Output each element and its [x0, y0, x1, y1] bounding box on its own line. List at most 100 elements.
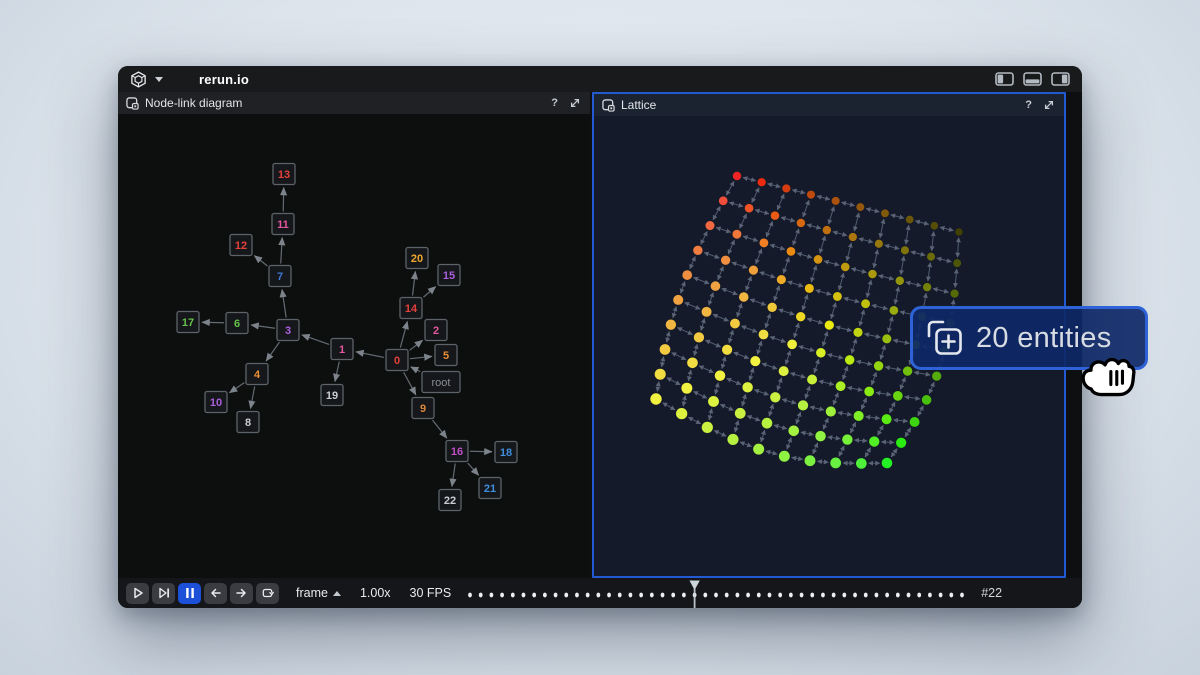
lattice-node[interactable]: [903, 366, 912, 375]
lattice-node[interactable]: [853, 328, 862, 337]
fps-indicator[interactable]: 30 FPS: [410, 586, 452, 600]
lattice-node[interactable]: [874, 361, 883, 370]
lattice-node[interactable]: [882, 458, 893, 469]
lattice-node[interactable]: [749, 265, 758, 274]
graph-node-3[interactable]: 3: [277, 320, 299, 341]
lattice-node[interactable]: [814, 255, 823, 264]
lattice-node[interactable]: [832, 197, 840, 205]
lattice-node[interactable]: [702, 422, 713, 433]
lattice-node[interactable]: [721, 256, 730, 265]
lattice-node[interactable]: [782, 184, 790, 192]
lattice-node[interactable]: [727, 434, 738, 445]
timeline-tick[interactable]: [607, 593, 611, 598]
lattice-node[interactable]: [762, 418, 773, 429]
timeline-tick[interactable]: [907, 593, 911, 598]
loop-button[interactable]: [256, 583, 279, 604]
graph-node-21[interactable]: 21: [479, 478, 501, 499]
caret-down-icon[interactable]: [155, 77, 163, 82]
timeline-tick[interactable]: [950, 593, 954, 598]
lattice-node[interactable]: [650, 393, 661, 404]
graph-node-11[interactable]: 11: [272, 214, 294, 235]
lattice-node[interactable]: [854, 411, 864, 421]
timeline-tick[interactable]: [629, 593, 633, 598]
lattice-node[interactable]: [770, 392, 780, 402]
lattice-node[interactable]: [927, 253, 935, 261]
lattice-node[interactable]: [922, 395, 932, 405]
lattice-node[interactable]: [932, 371, 941, 380]
playback-speed[interactable]: 1.00x: [360, 586, 391, 600]
follow-button[interactable]: [152, 583, 175, 604]
step-back-button[interactable]: [204, 583, 227, 604]
graph-node-root[interactable]: root: [422, 372, 460, 393]
timeline-tick[interactable]: [468, 593, 472, 598]
timeline-tick[interactable]: [960, 593, 964, 598]
lattice-node[interactable]: [660, 344, 671, 355]
timeline-tick[interactable]: [618, 593, 622, 598]
graph-node-14[interactable]: 14: [400, 298, 422, 319]
timeline-tick[interactable]: [586, 593, 590, 598]
lattice-node[interactable]: [719, 196, 728, 205]
timeline-tick[interactable]: [939, 593, 943, 598]
timeline-tick[interactable]: [811, 593, 815, 598]
lattice-node[interactable]: [705, 221, 714, 230]
timeline-tick[interactable]: [511, 593, 515, 598]
toggle-right-panel-icon[interactable]: [1051, 72, 1070, 86]
lattice-node[interactable]: [830, 458, 841, 469]
timeline-tick[interactable]: [725, 593, 729, 598]
lattice-node[interactable]: [732, 230, 741, 239]
graph-node-22[interactable]: 22: [439, 490, 461, 511]
lattice-node[interactable]: [868, 270, 877, 279]
timeline-tick[interactable]: [575, 593, 579, 598]
timeline-selector[interactable]: frame: [296, 586, 341, 600]
lattice-node[interactable]: [805, 284, 814, 293]
lattice-node[interactable]: [861, 299, 870, 308]
lattice-node[interactable]: [673, 295, 683, 305]
lattice-node[interactable]: [896, 438, 906, 448]
timeline-tick[interactable]: [885, 593, 889, 598]
timeline-tick[interactable]: [672, 593, 676, 598]
lattice-node[interactable]: [906, 216, 914, 224]
lattice-node[interactable]: [779, 451, 790, 462]
lattice-node[interactable]: [797, 219, 805, 227]
rerun-logo-icon[interactable]: [130, 71, 147, 88]
toggle-bottom-panel-icon[interactable]: [1023, 72, 1042, 86]
step-forward-button[interactable]: [230, 583, 253, 604]
timeline-tick[interactable]: [479, 593, 483, 598]
timeline-tick[interactable]: [768, 593, 772, 598]
lattice-node[interactable]: [788, 425, 799, 436]
play-button[interactable]: [126, 583, 149, 604]
timeline-tick[interactable]: [543, 593, 547, 598]
lattice-node[interactable]: [681, 383, 692, 394]
timeline-scrubber[interactable]: [465, 578, 967, 608]
lattice-node[interactable]: [676, 408, 687, 419]
help-icon[interactable]: ?: [547, 97, 562, 109]
lattice-node[interactable]: [805, 455, 816, 466]
timeline-tick[interactable]: [597, 593, 601, 598]
lattice-node[interactable]: [950, 289, 958, 297]
timeline-tick[interactable]: [853, 593, 857, 598]
lattice-node[interactable]: [702, 307, 712, 317]
lattice-node[interactable]: [708, 396, 719, 407]
lattice-node[interactable]: [823, 226, 831, 234]
graph-node-10[interactable]: 10: [205, 392, 227, 413]
timeline-tick[interactable]: [779, 593, 783, 598]
graph-node-6[interactable]: 6: [226, 313, 248, 334]
graph-node-17[interactable]: 17: [177, 312, 199, 333]
lattice-node[interactable]: [841, 263, 850, 272]
lattice-node[interactable]: [750, 356, 760, 366]
graph-node-8[interactable]: 8: [237, 412, 259, 433]
timeline-tick[interactable]: [736, 593, 740, 598]
lattice-node[interactable]: [771, 211, 780, 220]
graph-node-1[interactable]: 1: [331, 339, 353, 360]
lattice-node[interactable]: [753, 444, 764, 455]
lattice-node[interactable]: [836, 381, 846, 391]
lattice-node[interactable]: [893, 391, 903, 401]
timeline-tick[interactable]: [650, 593, 654, 598]
timeline-tick[interactable]: [522, 593, 526, 598]
lattice-node[interactable]: [842, 434, 852, 444]
lattice-node[interactable]: [787, 247, 796, 256]
lattice-node[interactable]: [923, 283, 931, 291]
lattice-node[interactable]: [655, 369, 666, 380]
lattice-node[interactable]: [930, 222, 938, 230]
timeline-tick[interactable]: [533, 593, 537, 598]
